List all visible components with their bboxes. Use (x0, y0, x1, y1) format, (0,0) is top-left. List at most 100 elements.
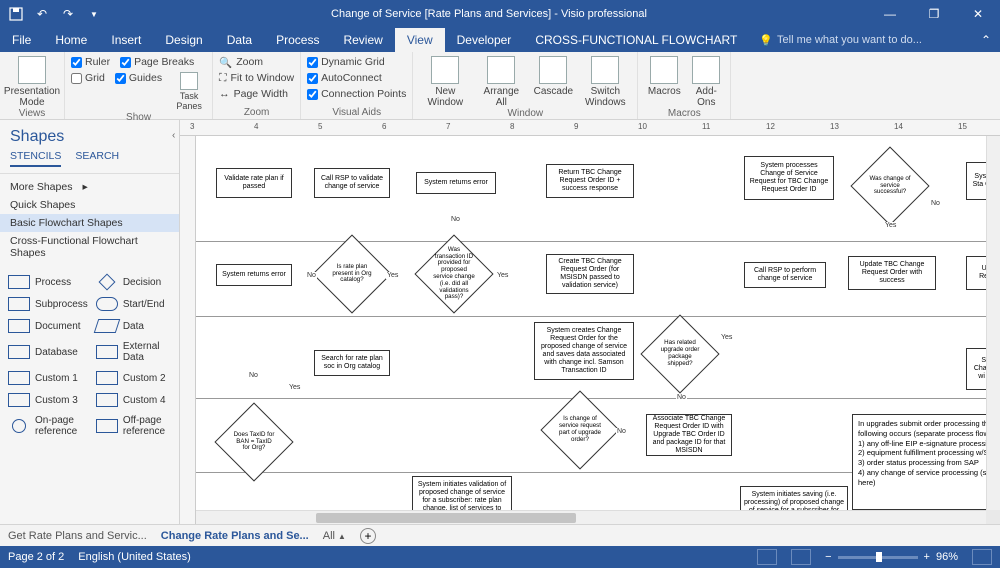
macros-button[interactable]: Macros (644, 54, 684, 97)
flowchart-decision[interactable]: Is rate plan present in Org catalog? (324, 246, 380, 302)
flowchart-process[interactable]: System returns error (216, 264, 292, 286)
add-page-button[interactable]: + (360, 528, 376, 544)
view-pagewidth-button[interactable] (791, 549, 811, 565)
flowchart-decision[interactable]: Is change of service request part of upg… (552, 402, 608, 458)
flowchart-process[interactable]: System creates Change Request Order for … (534, 322, 634, 380)
tab-insert[interactable]: Insert (99, 28, 153, 52)
zoom-slider[interactable] (838, 556, 918, 559)
tab-view[interactable]: View (395, 28, 445, 52)
panel-collapse-icon[interactable]: ‹ (172, 130, 175, 141)
undo-icon[interactable]: ↶ (30, 2, 54, 26)
restore-button[interactable]: ❐ (912, 0, 956, 28)
page-indicator[interactable]: Page 2 of 2 (8, 551, 64, 563)
shape-subprocess[interactable]: Subprocess (6, 294, 90, 314)
fit-window-button[interactable]: ⛶Fit to Window (219, 70, 294, 86)
zoom-button[interactable]: 🔍Zoom (219, 54, 294, 70)
drawing-page[interactable]: Validate rate plan if passed Call RSP to … (196, 136, 1000, 510)
flowchart-process[interactable]: Validate rate plan if passed (216, 168, 292, 198)
shape-custom-4[interactable]: Custom 4 (94, 390, 173, 410)
guides-checkbox[interactable]: Guides (115, 70, 162, 86)
connector-label[interactable]: Yes (496, 272, 509, 279)
page-tab-2[interactable]: Change Rate Plans and Se... (161, 530, 309, 542)
redo-icon[interactable]: ↷ (56, 2, 80, 26)
flowchart-process[interactable]: Return TBC Change Request Order ID + suc… (546, 164, 634, 198)
dynamic-grid-checkbox[interactable]: Dynamic Grid (307, 54, 406, 70)
close-button[interactable]: ✕ (956, 0, 1000, 28)
presentation-mode-button[interactable]: Presentation Mode (6, 54, 58, 108)
connector-label[interactable]: Yes (884, 222, 897, 229)
shape-custom-1[interactable]: Custom 1 (6, 368, 90, 388)
autoconnect-checkbox[interactable]: AutoConnect (307, 70, 406, 86)
connector-label[interactable]: No (248, 372, 259, 379)
ruler-checkbox[interactable]: Ruler (71, 54, 110, 70)
cascade-button[interactable]: Cascade (531, 54, 575, 97)
grid-checkbox[interactable]: Grid (71, 70, 105, 86)
connection-points-checkbox[interactable]: Connection Points (307, 86, 406, 102)
flowchart-decision[interactable]: Has related upgrade order package shippe… (652, 326, 708, 382)
flowchart-process[interactable]: Associate TBC Change Request Order ID wi… (646, 414, 732, 456)
fit-page-button[interactable] (972, 549, 992, 565)
zoom-in-button[interactable]: + (924, 551, 930, 563)
tab-stencils[interactable]: STENCILS (10, 150, 61, 167)
shape-on-page-reference[interactable]: On-page reference (6, 412, 90, 440)
flowchart-process[interactable]: Call RSP to validate change of service (314, 168, 390, 198)
basic-flowchart-item[interactable]: Basic Flowchart Shapes (0, 214, 179, 232)
connector-label[interactable]: No (306, 272, 317, 279)
connector-label[interactable]: Yes (386, 272, 399, 279)
cff-shapes-item[interactable]: Cross-Functional Flowchart Shapes (0, 232, 179, 262)
arrange-all-button[interactable]: Arrange All (475, 54, 527, 108)
shape-off-page-reference[interactable]: Off-page reference (94, 412, 173, 440)
more-shapes-item[interactable]: More Shapes▸ (0, 178, 179, 196)
flowchart-process[interactable]: Update TBC Change Request Order with suc… (848, 256, 936, 290)
page-tab-1[interactable]: Get Rate Plans and Servic... (8, 530, 147, 542)
tab-developer[interactable]: Developer (445, 28, 524, 52)
horizontal-scrollbar[interactable] (196, 510, 986, 524)
collapse-ribbon-icon[interactable]: ⌃ (972, 28, 1000, 52)
shape-document[interactable]: Document (6, 316, 90, 336)
connector-label[interactable]: No (450, 216, 461, 223)
tab-process[interactable]: Process (264, 28, 331, 52)
canvas[interactable]: 3456789101112131415 Validate rate plan i… (180, 120, 1000, 524)
page-width-button[interactable]: ↔Page Width (219, 86, 294, 102)
page-tab-all[interactable]: All ▲ (323, 530, 346, 542)
flowchart-process[interactable]: Create TBC Change Request Order (for MSI… (546, 254, 634, 294)
connector-label[interactable]: No (616, 428, 627, 435)
shape-decision[interactable]: Decision (94, 272, 173, 292)
connector-label[interactable]: No (676, 394, 687, 401)
shape-process[interactable]: Process (6, 272, 90, 292)
save-icon[interactable] (4, 2, 28, 26)
switch-windows-button[interactable]: Switch Windows (579, 54, 631, 108)
tellme-search[interactable]: 💡Tell me what you want to do... (749, 28, 932, 52)
task-panes-button[interactable]: Task Panes (172, 70, 206, 112)
new-window-button[interactable]: New Window (419, 54, 471, 108)
zoom-out-button[interactable]: − (825, 551, 831, 563)
tab-search[interactable]: SEARCH (75, 150, 119, 167)
flowchart-process[interactable]: Search for rate plan soc in Org catalog (314, 350, 390, 376)
flowchart-decision[interactable]: Was transaction ID provided for proposed… (426, 246, 482, 302)
flowchart-decision[interactable]: Does TaxID for BAN = TaxID for Org? (226, 414, 282, 470)
tab-design[interactable]: Design (153, 28, 214, 52)
language-indicator[interactable]: English (United States) (78, 551, 191, 563)
flowchart-process[interactable]: System processes Change of Service Reque… (744, 156, 834, 200)
zoom-slider-thumb[interactable] (876, 552, 882, 562)
pagebreaks-checkbox[interactable]: Page Breaks (120, 54, 194, 70)
flowchart-decision[interactable]: Was change of service successful? (862, 158, 918, 214)
flowchart-process[interactable]: Call RSP to perform change of service (744, 262, 826, 288)
connector-label[interactable]: No (930, 200, 941, 207)
zoom-value[interactable]: 96% (936, 551, 958, 563)
view-normal-button[interactable] (757, 549, 777, 565)
tab-home[interactable]: Home (43, 28, 99, 52)
shape-start-end[interactable]: Start/End (94, 294, 173, 314)
connector-label[interactable]: Yes (288, 384, 301, 391)
tab-review[interactable]: Review (331, 28, 394, 52)
flowchart-note[interactable]: In upgrades submit order processing the … (852, 414, 1000, 510)
minimize-button[interactable]: ― (868, 0, 912, 28)
qat-dropdown-icon[interactable]: ▼ (82, 2, 106, 26)
tab-file[interactable]: File (0, 28, 43, 52)
tab-data[interactable]: Data (215, 28, 264, 52)
vertical-scrollbar[interactable] (986, 136, 1000, 510)
connector-label[interactable]: Yes (720, 334, 733, 341)
shape-custom-3[interactable]: Custom 3 (6, 390, 90, 410)
quick-shapes-item[interactable]: Quick Shapes (0, 196, 179, 214)
shape-external-data[interactable]: External Data (94, 338, 173, 366)
